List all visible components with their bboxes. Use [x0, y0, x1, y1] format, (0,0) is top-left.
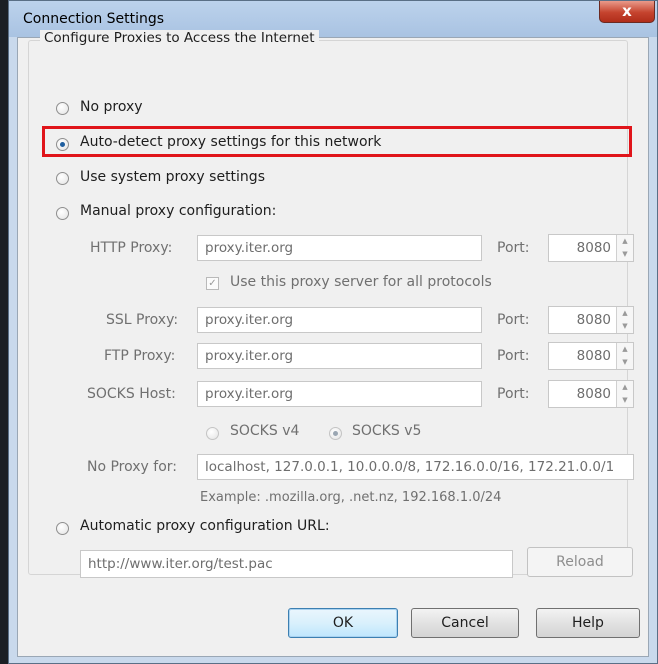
manual-proxy-radio[interactable]: [56, 207, 69, 220]
spin-up-icon[interactable]: ▲: [617, 235, 633, 248]
ftp-port-value: 8080: [576, 348, 611, 364]
http-port-value: 8080: [576, 240, 611, 256]
no-proxy-for-label: No Proxy for:: [87, 459, 178, 475]
auto-detect-label: Auto-detect proxy settings for this netw…: [80, 134, 382, 150]
socks-host-label: SOCKS Host:: [87, 386, 176, 402]
use-for-all-label: Use this proxy server for all protocols: [230, 274, 492, 290]
socks-port-spinner[interactable]: 8080 ▲ ▼: [548, 380, 634, 408]
http-proxy-input[interactable]: proxy.iter.org: [197, 235, 482, 261]
reload-button[interactable]: Reload: [527, 547, 633, 577]
no-proxy-label: No proxy: [80, 99, 143, 115]
http-port-spinner[interactable]: 8080 ▲ ▼: [548, 234, 634, 262]
socks-port-value: 8080: [576, 386, 611, 402]
spin-down-icon[interactable]: ▼: [617, 394, 633, 407]
help-button[interactable]: Help: [536, 608, 640, 638]
window-title: Connection Settings: [23, 11, 165, 27]
cancel-button[interactable]: Cancel: [411, 608, 519, 638]
close-button[interactable]: x: [599, 1, 655, 23]
spin-up-icon[interactable]: ▲: [617, 343, 633, 356]
ssl-port-value: 8080: [576, 312, 611, 328]
auto-config-url-radio[interactable]: [56, 522, 69, 535]
use-for-all-checkbox[interactable]: ✓: [206, 277, 219, 290]
ftp-proxy-input[interactable]: proxy.iter.org: [197, 343, 482, 369]
no-proxy-for-input[interactable]: localhost, 127.0.0.1, 10.0.0.0/8, 172.16…: [197, 454, 634, 480]
socks-v4-radio[interactable]: [206, 427, 219, 440]
checkmark-icon: ✓: [208, 278, 217, 289]
auto-detect-radio[interactable]: [56, 138, 69, 151]
socks-v5-radio[interactable]: [329, 427, 342, 440]
ssl-proxy-input[interactable]: proxy.iter.org: [197, 307, 482, 333]
auto-config-url-label: Automatic proxy configuration URL:: [80, 518, 330, 534]
ftp-port-label: Port:: [497, 348, 530, 364]
groupbox-title: Configure Proxies to Access the Internet: [40, 30, 319, 46]
radio-selected-dot: [60, 142, 65, 147]
radio-selected-dot: [333, 431, 338, 436]
ftp-proxy-label: FTP Proxy:: [104, 348, 176, 364]
background-window-edge: [0, 0, 8, 664]
socks-port-label: Port:: [497, 386, 530, 402]
spin-down-icon[interactable]: ▼: [617, 320, 633, 333]
system-proxy-label: Use system proxy settings: [80, 169, 265, 185]
manual-proxy-label: Manual proxy configuration:: [80, 203, 277, 219]
system-proxy-radio[interactable]: [56, 172, 69, 185]
socks-host-input[interactable]: proxy.iter.org: [197, 381, 482, 407]
no-proxy-example: Example: .mozilla.org, .net.nz, 192.168.…: [200, 490, 502, 505]
no-proxy-radio[interactable]: [56, 102, 69, 115]
http-port-label: Port:: [497, 240, 530, 256]
ftp-port-spinner[interactable]: 8080 ▲ ▼: [548, 342, 634, 370]
ssl-port-spinner[interactable]: 8080 ▲ ▼: [548, 306, 634, 334]
spin-down-icon[interactable]: ▼: [617, 356, 633, 369]
socks-v5-label: SOCKS v5: [352, 423, 422, 439]
spin-up-icon[interactable]: ▲: [617, 307, 633, 320]
ssl-proxy-label: SSL Proxy:: [106, 312, 179, 328]
close-icon: x: [622, 2, 632, 20]
spin-up-icon[interactable]: ▲: [617, 381, 633, 394]
socks-v4-label: SOCKS v4: [230, 423, 300, 439]
ssl-port-label: Port:: [497, 312, 530, 328]
http-proxy-label: HTTP Proxy:: [90, 240, 173, 256]
spin-down-icon[interactable]: ▼: [617, 248, 633, 261]
ok-button[interactable]: OK: [288, 608, 398, 638]
auto-config-url-input[interactable]: http://www.iter.org/test.pac: [80, 550, 513, 578]
